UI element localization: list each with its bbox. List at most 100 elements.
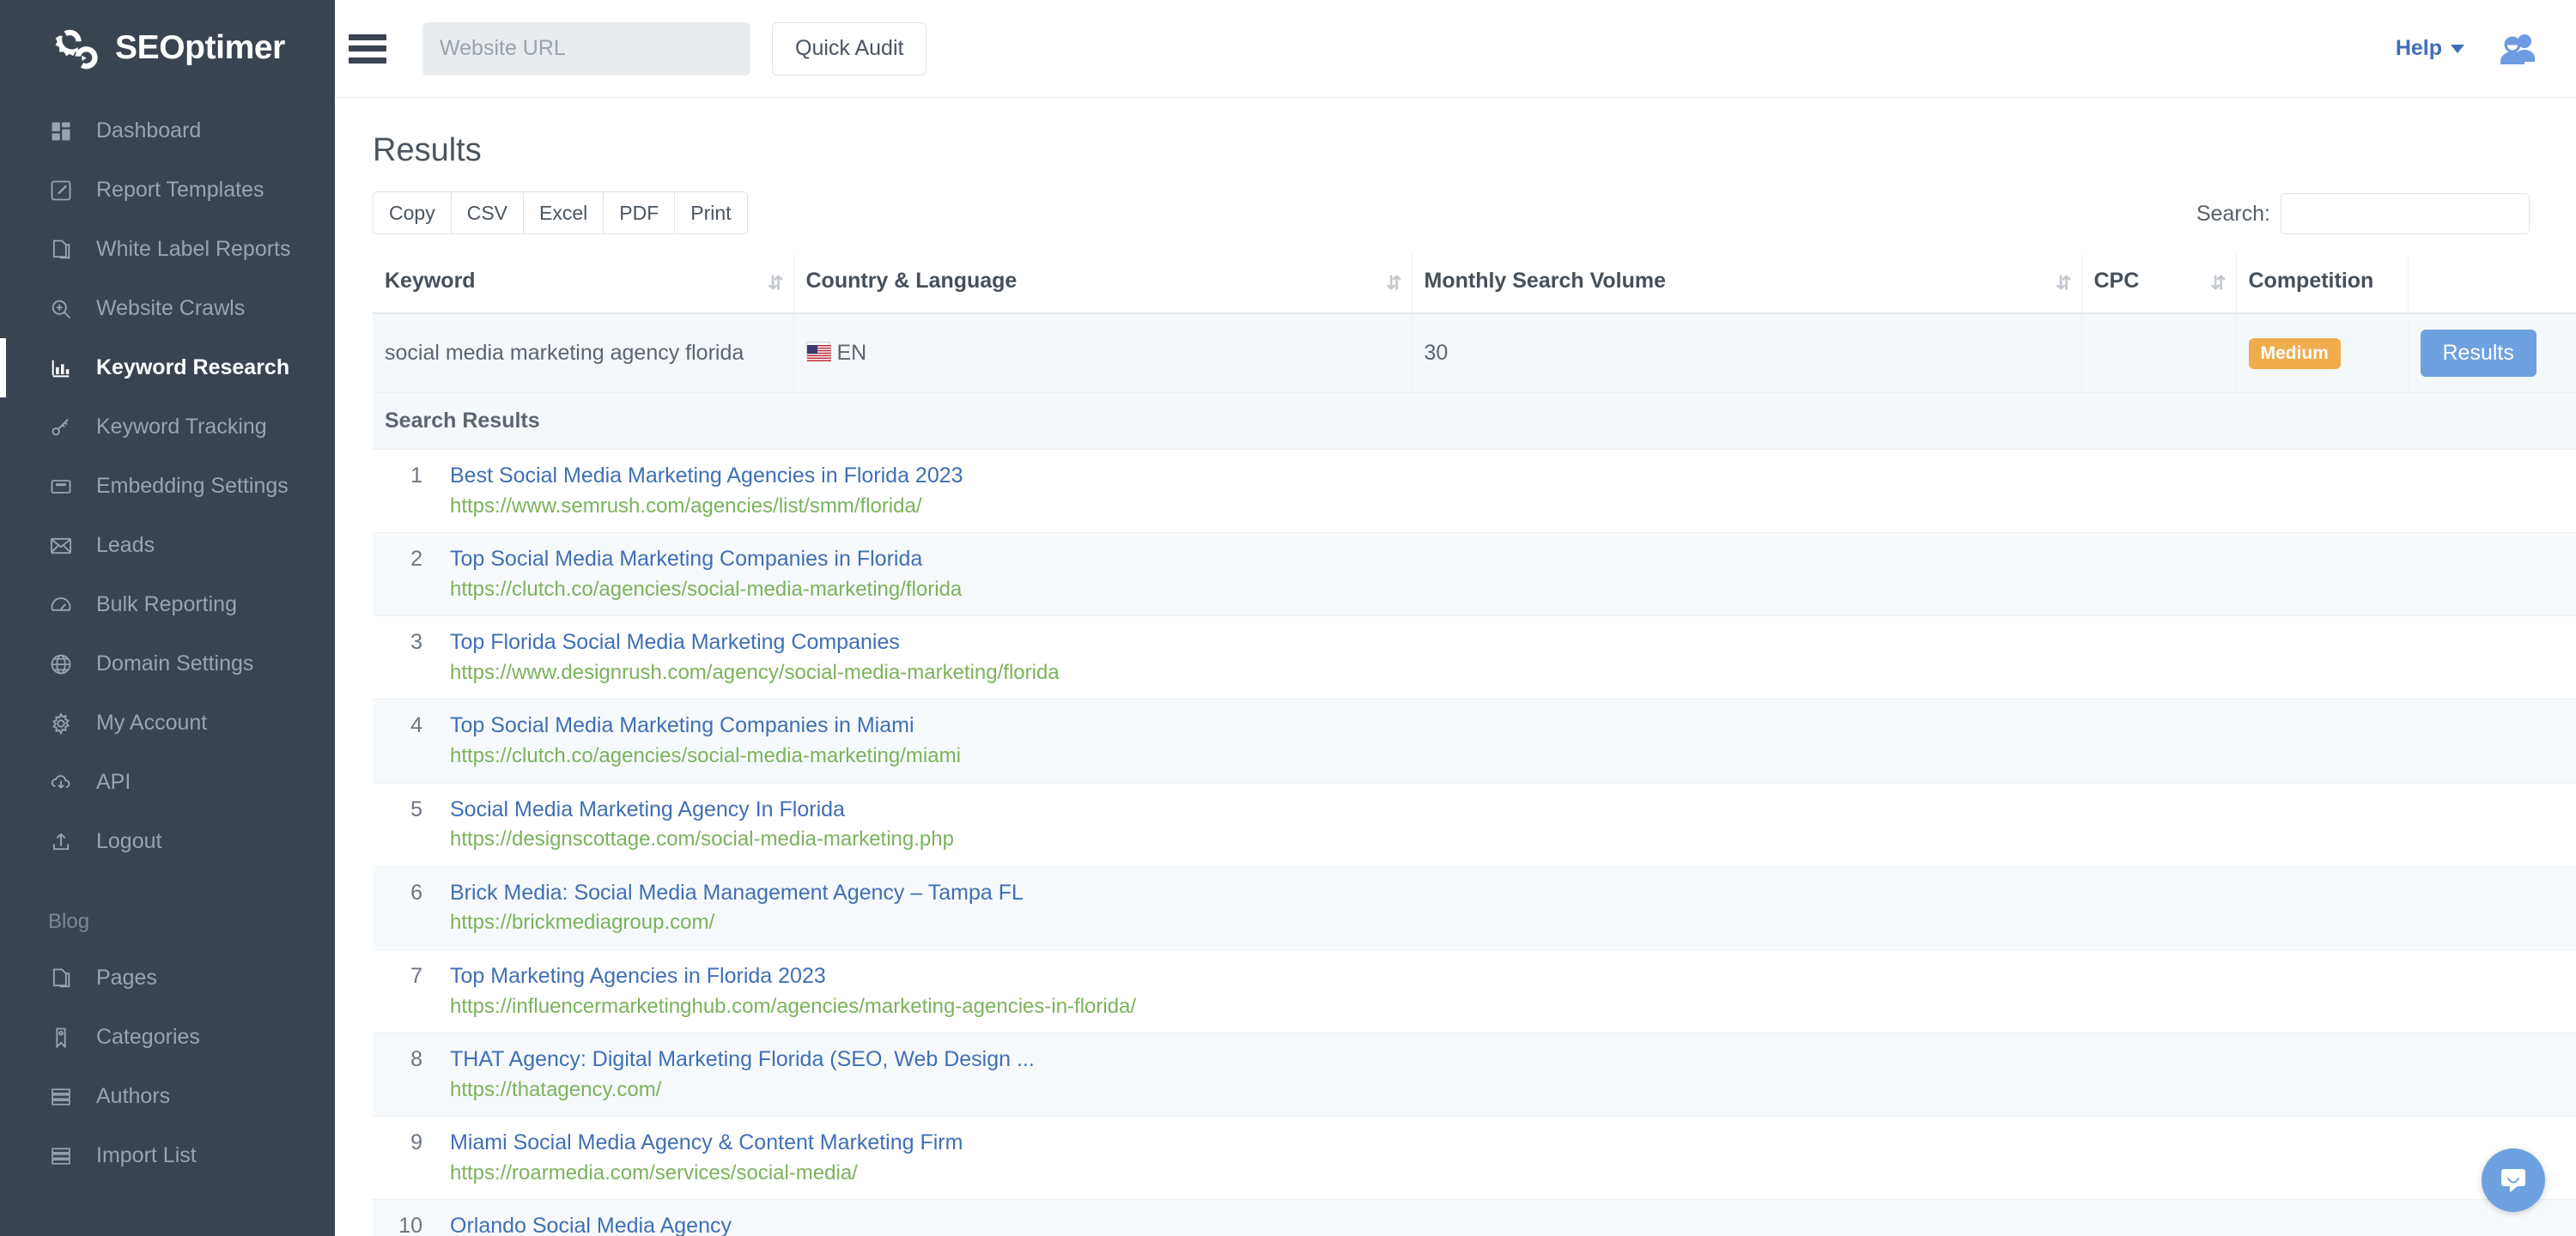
result-body: THAT Agency: Digital Marketing Florida (… [431, 1045, 1035, 1104]
result-title-link[interactable]: Top Florida Social Media Marketing Compa… [450, 628, 1060, 657]
list-item[interactable]: 1 Best Social Media Marketing Agencies i… [373, 450, 2576, 534]
sidebar-item-label: Authors [96, 1084, 171, 1108]
list-item[interactable]: 9 Miami Social Media Agency & Content Ma… [373, 1117, 2576, 1201]
result-body: Best Social Media Marketing Agencies in … [431, 462, 963, 520]
results-button[interactable]: Results [2420, 330, 2537, 377]
sidebar-item-label: White Label Reports [96, 237, 291, 261]
col-label: Competition [2248, 269, 2374, 293]
sidebar-item-pages[interactable]: Pages [0, 948, 335, 1008]
col-country-language[interactable]: Country & Language ⇵ [793, 253, 1413, 314]
result-url-link[interactable]: https://www.semrush.com/agencies/list/sm… [450, 493, 963, 520]
hamburger-icon[interactable] [349, 33, 386, 64]
help-menu[interactable]: Help [2396, 36, 2464, 61]
result-title-link[interactable]: Brick Media: Social Media Management Age… [450, 879, 1024, 908]
embed-box-icon [48, 474, 74, 500]
search-results-row: 1 Best Social Media Marketing Agencies i… [373, 450, 2576, 1236]
cell-volume: 30 [1412, 313, 2082, 393]
col-competition[interactable]: Competition [2236, 253, 2409, 314]
result-title-link[interactable]: THAT Agency: Digital Marketing Florida (… [450, 1045, 1035, 1075]
copy-button[interactable]: Copy [373, 191, 451, 234]
search-results-list: 1 Best Social Media Marketing Agencies i… [373, 450, 2576, 1236]
gear-icon [48, 711, 74, 736]
list-lines-icon [48, 1084, 74, 1110]
result-url-link[interactable]: https://clutch.co/agencies/social-media-… [450, 576, 962, 603]
table-search: Search: [2196, 193, 2530, 234]
result-body: Orlando Social Media Agency https://thri… [431, 1212, 948, 1236]
result-url-link[interactable]: https://roarmedia.com/services/social-me… [450, 1160, 963, 1187]
list-lines-icon [48, 1143, 74, 1169]
col-keyword[interactable]: Keyword ⇵ [373, 253, 794, 314]
list-item[interactable]: 5 Social Media Marketing Agency In Flori… [373, 784, 2576, 867]
result-title-link[interactable]: Top Social Media Marketing Companies in … [450, 712, 961, 741]
result-title-link[interactable]: Top Social Media Marketing Companies in … [450, 545, 962, 574]
print-button[interactable]: Print [674, 191, 748, 234]
sidebar-item-label: Embedding Settings [96, 474, 289, 498]
quick-audit-button[interactable]: Quick Audit [772, 21, 927, 76]
result-title-link[interactable]: Miami Social Media Agency & Content Mark… [450, 1129, 963, 1158]
sidebar-item-report-templates[interactable]: Report Templates [0, 161, 335, 220]
result-url-link[interactable]: https://thatagency.com/ [450, 1076, 1035, 1104]
sidebar-item-logout[interactable]: Logout [0, 812, 335, 871]
sidebar-item-my-account[interactable]: My Account [0, 694, 335, 753]
sort-icon[interactable]: ⇵ [768, 272, 784, 294]
list-item[interactable]: 10 Orlando Social Media Agency https://t… [373, 1200, 2576, 1236]
users-icon[interactable] [2499, 33, 2538, 65]
sidebar-item-api[interactable]: API [0, 753, 335, 812]
result-url-link[interactable]: https://designscottage.com/social-media-… [450, 826, 954, 853]
list-item[interactable]: 3 Top Florida Social Media Marketing Com… [373, 616, 2576, 700]
result-body: Miami Social Media Agency & Content Mark… [431, 1129, 963, 1187]
result-rank: 5 [410, 797, 422, 821]
list-item[interactable]: 2 Top Social Media Marketing Companies i… [373, 533, 2576, 617]
result-body: Top Social Media Marketing Companies in … [431, 545, 962, 603]
sidebar-item-label: Keyword Tracking [96, 415, 267, 439]
csv-button[interactable]: CSV [450, 191, 523, 234]
table-head: Keyword ⇵ Country & Language ⇵ Monthly Sea… [373, 253, 2576, 314]
cell-country-language: EN [793, 313, 1413, 393]
result-title-link[interactable]: Orlando Social Media Agency [450, 1212, 948, 1236]
sidebar-item-dashboard[interactable]: Dashboard [0, 101, 335, 161]
sidebar-item-import-list[interactable]: Import List [0, 1126, 335, 1185]
copy-files-icon [48, 966, 74, 991]
sidebar-item-keyword-tracking[interactable]: Keyword Tracking [0, 397, 335, 457]
pdf-button[interactable]: PDF [603, 191, 675, 234]
sort-icon[interactable]: ⇵ [2210, 272, 2227, 294]
sidebar-item-embedding-settings[interactable]: Embedding Settings [0, 457, 335, 516]
col-monthly-search-volume[interactable]: Monthly Search Volume ⇵ [1412, 253, 2082, 314]
result-rank: 2 [410, 547, 422, 572]
result-body: Social Media Marketing Agency In Florida… [431, 796, 954, 854]
page-title: Results [373, 132, 482, 168]
result-url-link[interactable]: https://www.designrush.com/agency/social… [450, 659, 1060, 687]
sidebar-item-white-label-reports[interactable]: White Label Reports [0, 220, 335, 279]
list-item[interactable]: 8 THAT Agency: Digital Marketing Florida… [373, 1033, 2576, 1118]
sidebar-item-bulk-reporting[interactable]: Bulk Reporting [0, 575, 335, 634]
result-title-link[interactable]: Top Marketing Agencies in Florida 2023 [450, 962, 1136, 991]
keyword-results-table: Keyword ⇵ Country & Language ⇵ Monthly Sea… [373, 253, 2576, 1236]
main-area: Quick Audit Help Results [335, 0, 2576, 1236]
search-input[interactable] [2281, 193, 2530, 234]
result-rank: 4 [410, 713, 422, 738]
list-item[interactable]: 4 Top Social Media Marketing Companies i… [373, 700, 2576, 784]
sort-icon[interactable]: ⇵ [2056, 272, 2072, 294]
result-url-link[interactable]: https://brickmediagroup.com/ [450, 909, 1024, 936]
result-url-link[interactable]: https://influencermarketinghub.com/agenc… [450, 993, 1136, 1021]
sidebar-item-website-crawls[interactable]: Website Crawls [0, 279, 335, 338]
sidebar-item-authors[interactable]: Authors [0, 1067, 335, 1126]
result-body: Top Social Media Marketing Companies in … [431, 712, 961, 770]
list-item[interactable]: 6 Brick Media: Social Media Management A… [373, 866, 2576, 950]
sidebar-item-domain-settings[interactable]: Domain Settings [0, 634, 335, 694]
sidebar-item-keyword-research[interactable]: Keyword Research [0, 338, 335, 397]
list-item[interactable]: 7 Top Marketing Agencies in Florida 2023… [373, 950, 2576, 1033]
sidebar-item-categories[interactable]: Categories [0, 1008, 335, 1067]
sort-icon[interactable]: ⇵ [1386, 272, 1402, 294]
results-content: Results Copy CSV Excel PDF Print Search: [335, 98, 2576, 1236]
brand-logo-area[interactable]: SEOptimer [0, 0, 335, 96]
result-title-link[interactable]: Social Media Marketing Agency In Florida [450, 796, 954, 825]
sidebar-item-leads[interactable]: Leads [0, 516, 335, 575]
col-cpc[interactable]: CPC ⇵ [2081, 253, 2237, 314]
result-url-link[interactable]: https://clutch.co/agencies/social-media-… [450, 742, 961, 770]
result-title-link[interactable]: Best Social Media Marketing Agencies in … [450, 462, 963, 491]
chat-bubble-icon[interactable] [2482, 1148, 2545, 1212]
excel-button[interactable]: Excel [523, 191, 604, 234]
result-rank: 1 [410, 464, 422, 488]
website-url-input[interactable] [422, 21, 750, 76]
